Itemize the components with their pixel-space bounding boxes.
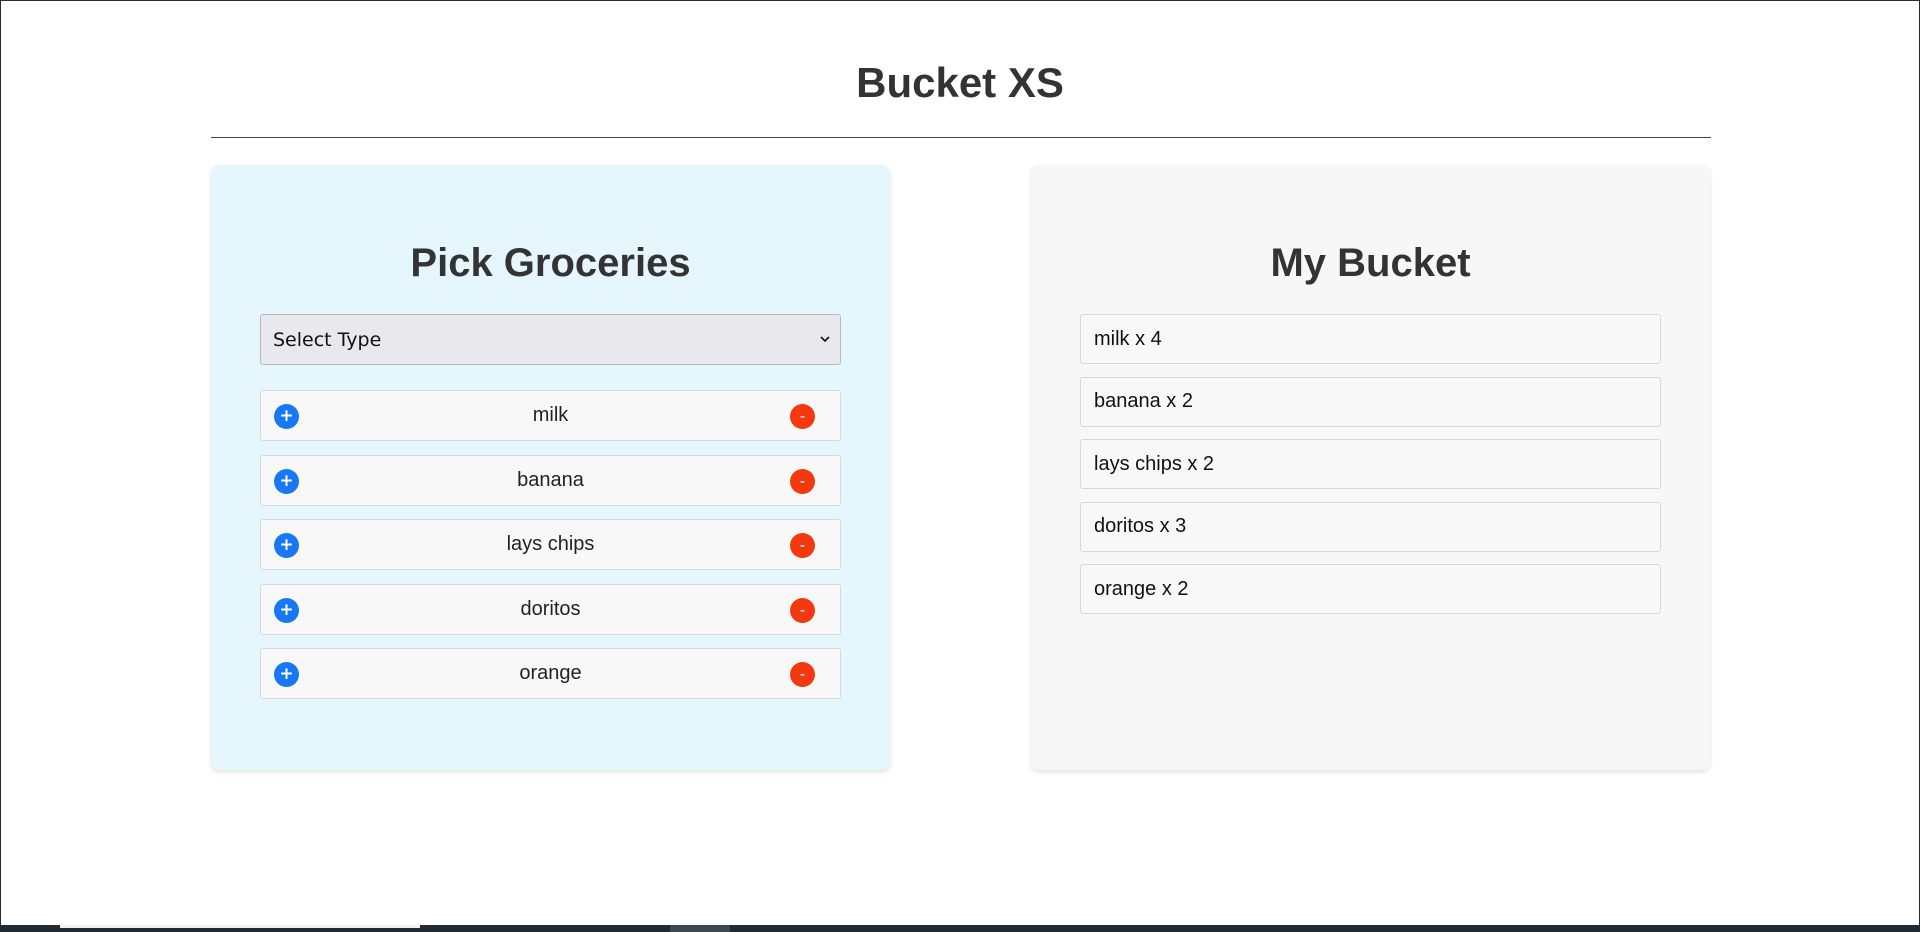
grocery-item: + milk - <box>260 390 841 441</box>
remove-item-button[interactable]: - <box>790 662 815 687</box>
title-divider <box>211 137 1711 138</box>
add-item-button[interactable]: + <box>274 597 299 623</box>
pick-groceries-panel: Pick Groceries Select Type + milk - + ba… <box>211 165 890 770</box>
bucket-item: lays chips x 2 <box>1080 439 1661 489</box>
add-item-button[interactable]: + <box>274 533 299 558</box>
grocery-item-label: milk <box>532 404 569 426</box>
bucket-item: milk x 4 <box>1080 314 1661 364</box>
type-select-value: Select Type <box>273 328 382 351</box>
add-item-button[interactable]: + <box>274 662 299 687</box>
remove-item-button[interactable]: - <box>790 533 815 558</box>
bucket-item: banana x 2 <box>1080 376 1661 427</box>
grocery-item: + banana - <box>260 454 841 506</box>
type-select[interactable]: Select Type <box>260 314 841 365</box>
bucket-item: doritos x 3 <box>1080 501 1661 552</box>
taskbar-window-tab[interactable] <box>60 925 420 928</box>
my-bucket-panel: My Bucket milk x 4 banana x 2 lays chips… <box>1031 165 1710 770</box>
add-item-button[interactable]: + <box>274 404 299 429</box>
grocery-item: + lays chips - <box>260 519 841 570</box>
grocery-item-label: banana <box>517 468 584 491</box>
taskbar-app-button[interactable] <box>670 925 730 932</box>
bucket-item: orange x 2 <box>1080 564 1661 614</box>
chevron-down-icon <box>820 336 830 343</box>
grocery-item-label: lays chips <box>506 533 595 555</box>
grocery-item-label: orange <box>519 662 582 684</box>
remove-item-button[interactable]: - <box>790 597 815 623</box>
app-frame: Bucket XS Pick Groceries Select Type + m… <box>0 0 1920 932</box>
add-item-button[interactable]: + <box>274 468 299 494</box>
taskbar <box>0 925 1920 932</box>
remove-item-button[interactable]: - <box>790 468 815 494</box>
pick-groceries-title: Pick Groceries <box>410 241 691 285</box>
grocery-item: + doritos - <box>260 583 841 635</box>
grocery-item-label: doritos <box>520 597 581 620</box>
remove-item-button[interactable]: - <box>790 404 815 429</box>
my-bucket-title: My Bucket <box>1270 241 1471 285</box>
grocery-item-list: + milk - + banana - + lays chips - + dor… <box>260 390 841 713</box>
grocery-item: + orange - <box>260 648 841 699</box>
bucket-list: milk x 4 banana x 2 lays chips x 2 dorit… <box>1080 314 1661 627</box>
page-title: Bucket XS <box>856 59 1064 106</box>
